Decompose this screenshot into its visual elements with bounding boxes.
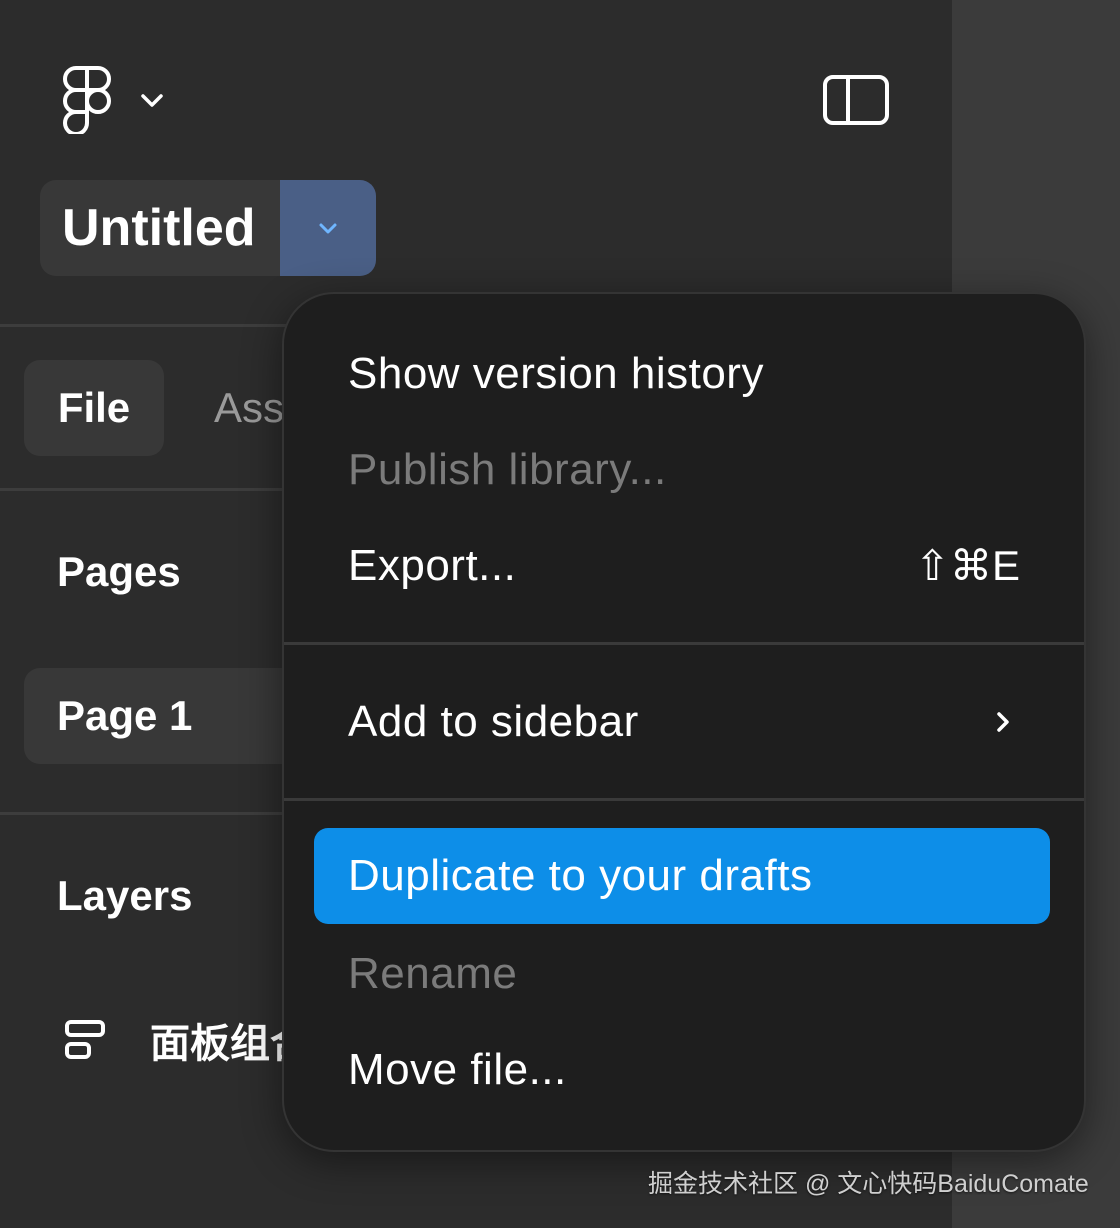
shortcut-label: ⇧⌘E (914, 542, 1020, 589)
menu-separator (284, 642, 1084, 645)
layers-heading: Layers (57, 872, 193, 919)
file-title-group: Untitled (40, 180, 376, 276)
tab-assets[interactable]: Ass (214, 360, 284, 456)
menu-item-show-version-history[interactable]: Show version history (284, 326, 1084, 422)
chevron-down-icon[interactable] (138, 86, 166, 114)
page-item-label: Page 1 (57, 692, 193, 739)
chevron-right-icon (997, 712, 1009, 732)
menu-item-export[interactable]: Export... ⇧⌘E (284, 518, 1084, 614)
menu-item-label: Show version history (348, 349, 764, 398)
chevron-down-icon (319, 223, 337, 234)
auto-layout-frame-icon (65, 1020, 105, 1059)
watermark: 掘金技术社区 @ 文心快码BaiduComate (648, 1170, 1089, 1198)
layer-item[interactable]: 面板组合 (64, 1010, 310, 1070)
file-title[interactable]: Untitled (40, 180, 280, 276)
tab-file[interactable]: File (24, 360, 164, 456)
figma-logo-icon[interactable] (62, 66, 112, 134)
app-window: Untitled File Ass Pages Page 1 Layers 面板… (0, 0, 1120, 1228)
file-title-dropdown-button[interactable] (280, 180, 376, 276)
menu-item-label: Rename (348, 949, 518, 998)
menu-item-move-file[interactable]: Move file... (284, 1022, 1084, 1118)
menu-item-duplicate-to-drafts[interactable]: Duplicate to your drafts (314, 828, 1050, 924)
menu-item-label: Publish library... (348, 445, 667, 494)
file-context-menu: Show version history Publish library... … (282, 292, 1086, 1152)
menu-item-publish-library: Publish library... (284, 422, 1084, 518)
menu-item-label: Export... (348, 541, 517, 590)
sidebar-toggle-icon[interactable] (822, 74, 890, 126)
pages-heading: Pages (57, 548, 181, 595)
menu-item-rename: Rename (284, 926, 1084, 1022)
menu-item-label: Move file... (348, 1045, 567, 1094)
menu-separator (284, 798, 1084, 801)
menu-item-label: Duplicate to your drafts (348, 851, 813, 900)
menu-item-add-to-sidebar[interactable]: Add to sidebar (284, 674, 1084, 770)
menu-item-label: Add to sidebar (348, 697, 639, 746)
